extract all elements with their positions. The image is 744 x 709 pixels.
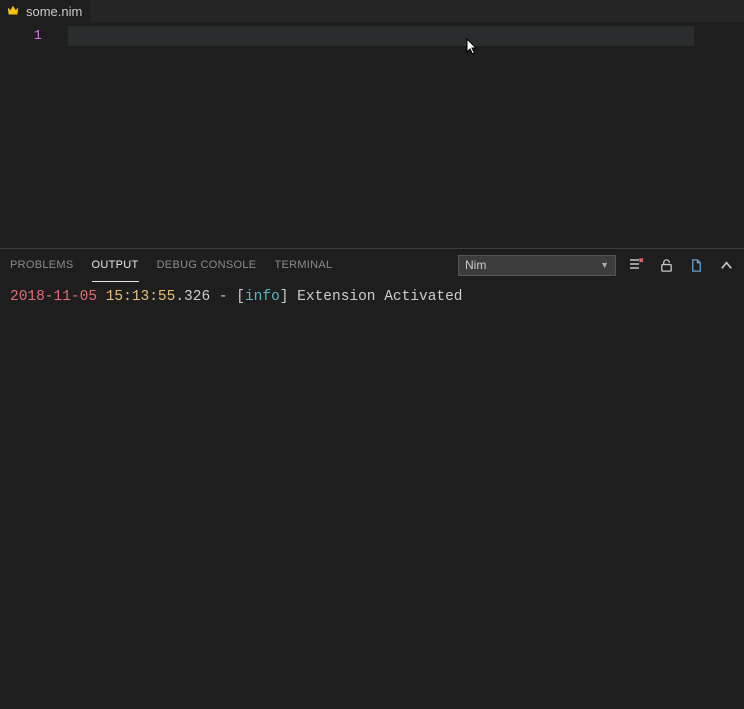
output-ms-bracket: .326 - [ [175,289,245,305]
tab-bar: some.nim [0,0,744,22]
tab-debug-console[interactable]: DEBUG CONSOLE [157,249,257,281]
chevron-down-icon: ▼ [600,260,609,270]
panel-bar: PROBLEMS OUTPUT DEBUG CONSOLE TERMINAL N… [0,248,744,281]
line-number-1: 1 [0,26,42,46]
output-channel-select[interactable]: Nim ▼ [458,255,616,276]
line-gutter: 1 [0,22,68,248]
collapse-panel-icon[interactable] [718,257,734,273]
open-file-icon[interactable] [688,257,704,273]
editor-area[interactable]: 1 [0,22,744,248]
lock-scroll-icon[interactable] [658,257,674,273]
tab-filename: some.nim [26,4,82,19]
output-time: 15:13:55 [106,289,176,305]
tab-problems[interactable]: PROBLEMS [10,249,74,281]
clear-output-icon[interactable] [628,257,644,273]
crown-icon [6,4,20,18]
code-lines[interactable] [68,22,744,248]
panel-tabs: PROBLEMS OUTPUT DEBUG CONSOLE TERMINAL [10,249,332,281]
code-line-1[interactable] [68,26,694,46]
output-date: 2018-11-05 [10,289,97,305]
output-level: info [245,289,280,305]
output-channel-selected: Nim [465,258,486,272]
tab-some-nim[interactable]: some.nim [0,0,90,22]
output-body[interactable]: 2018-11-05 15:13:55.326 - [info] Extensi… [0,281,744,313]
tab-terminal[interactable]: TERMINAL [274,249,332,281]
tab-output[interactable]: OUTPUT [92,250,139,282]
output-line-1: 2018-11-05 15:13:55.326 - [info] Extensi… [10,287,734,307]
output-message: ] Extension Activated [280,289,463,305]
panel-actions [628,257,734,273]
